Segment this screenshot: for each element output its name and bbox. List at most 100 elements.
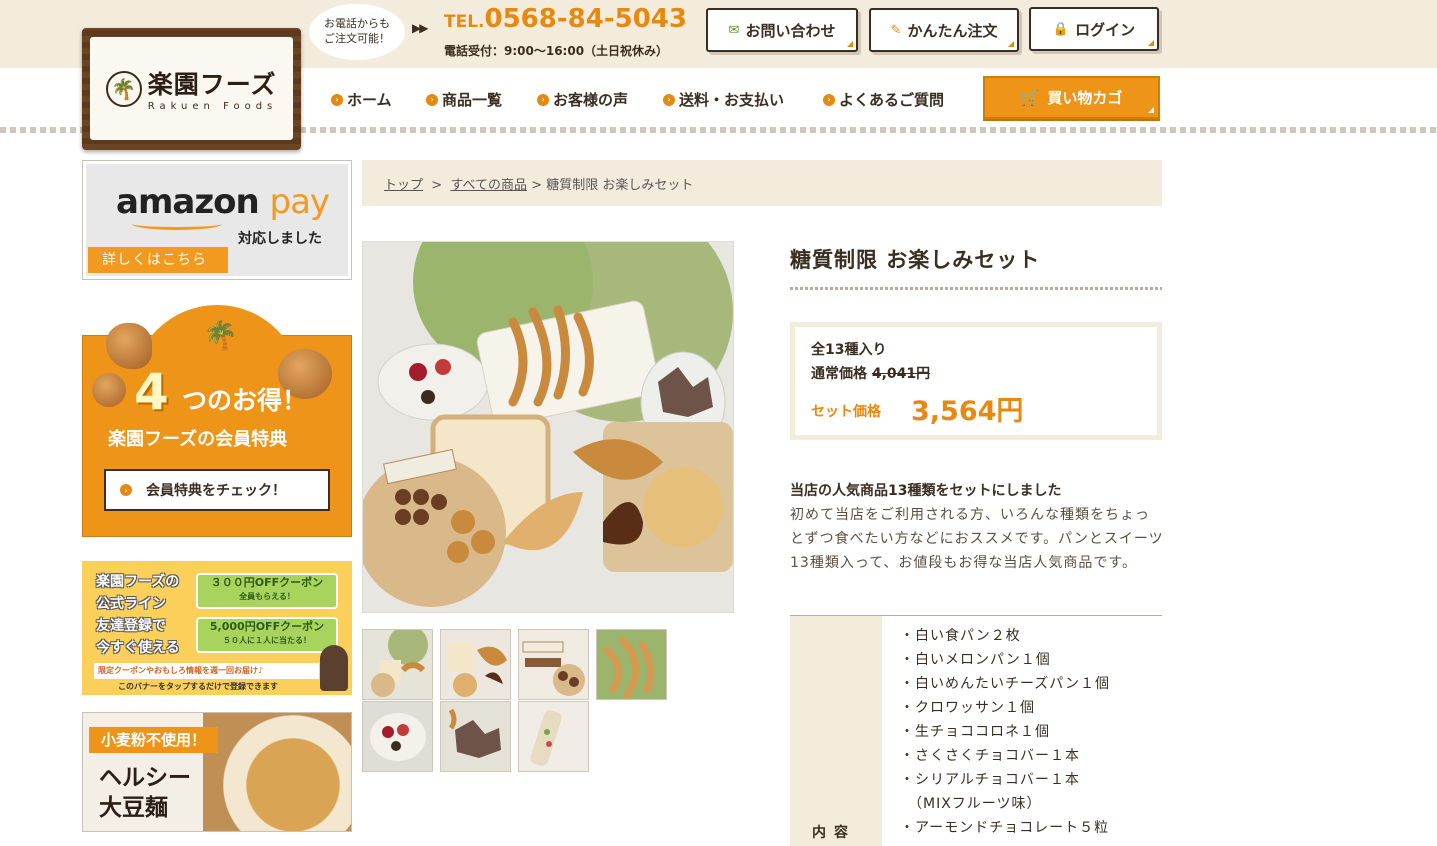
member-check-button[interactable]: › 会員特典をチェック！	[104, 469, 330, 511]
easy-order-button[interactable]: ✎ かんたん注文	[869, 8, 1019, 52]
breadcrumb-top[interactable]: トップ	[384, 178, 423, 193]
login-button[interactable]: 🔒 ログイン	[1029, 7, 1159, 51]
amazon-smile-icon	[132, 218, 222, 230]
member-title: 楽園フーズの会員特典	[108, 429, 288, 450]
nav-faq[interactable]: › よくあるご質問	[823, 89, 944, 110]
noodle-tag: 小麦粉不使用！	[89, 727, 219, 753]
pencil-icon: ✎	[890, 22, 902, 38]
description-body: 初めて当店をご利用される方、いろんな種類をちょっとずつ食べたい方などにおススメで…	[790, 507, 1164, 571]
chevron-right-icon: ›	[663, 93, 675, 106]
amazon-pay-details-tag: 詳しくはこちら	[88, 247, 228, 273]
member-benefits-banner[interactable]: 🌴 4 つのお得！ 楽園フーズの会員特典 › 会員特典をチェック！	[82, 305, 352, 537]
product-photo	[363, 242, 733, 612]
set-price-label: セット価格	[811, 404, 881, 420]
noodle-title-1: ヘルシー	[99, 765, 191, 791]
cart-button-label: 買い物カゴ	[1047, 89, 1123, 107]
breadcrumb-sep: >	[431, 178, 443, 193]
thumb-photo	[441, 630, 510, 699]
phone-hours: 電話受付：9:00〜16:00（土日祝休み）	[444, 44, 669, 58]
product-thumb[interactable]	[440, 701, 511, 772]
member-check-label: 会員特典をチェック！	[146, 483, 286, 499]
round-bread-icon	[92, 373, 126, 407]
line-text-4: 今すぐ使える	[96, 640, 180, 656]
breadcrumb: トップ > すべての商品 > 糖質制限 お楽しみセット	[362, 160, 1162, 206]
tel-prefix: TEL.	[444, 12, 485, 32]
site-logo[interactable]: 🌴 楽園フーズ Rakuen Foods	[82, 28, 301, 150]
title-divider	[790, 287, 1162, 290]
thumb-photo	[441, 702, 510, 771]
list-item: ・白い食パン２枚	[900, 628, 1021, 644]
line-friend-banner[interactable]: 楽園フーズの 公式ライン 友達登録で 今すぐ使える ３００円OFFクーポン 全員…	[82, 561, 352, 695]
product-thumb[interactable]	[518, 629, 589, 700]
bubble-line-2: ご注文可能！	[324, 32, 390, 45]
contents-label: 内容	[812, 825, 856, 841]
product-count: 全13種入り	[811, 342, 887, 358]
product-title: 糖質制限 お楽しみセット	[790, 248, 1041, 272]
palm-tree-icon: 🌴	[203, 319, 238, 352]
list-item: ・白いめんたいチーズパン１個	[900, 676, 1110, 692]
girl-illustration	[320, 645, 348, 691]
palm-tree-icon: 🌴	[105, 70, 142, 107]
product-thumb[interactable]	[362, 629, 433, 700]
noodle-bowl-image	[203, 713, 351, 831]
chevron-right-icon: ›	[331, 93, 343, 106]
coupon-5000: 5,000円OFFクーポン ５０人に１人に当たる！	[196, 617, 338, 653]
nav-faq-label: よくあるご質問	[839, 91, 945, 109]
list-item: ・白いメロンパン１個	[900, 652, 1051, 668]
coupon-300-sub: 全員もらえる！	[239, 592, 295, 601]
noodle-title-2: 大豆麺	[99, 795, 168, 821]
lock-icon: 🔒	[1052, 21, 1070, 37]
line-text-2: 公式ライン	[96, 596, 166, 612]
login-button-label: ログイン	[1075, 20, 1136, 39]
normal-price: 4,041円	[871, 366, 931, 382]
contact-button[interactable]: ✉ お問い合わせ	[706, 8, 858, 52]
product-thumb[interactable]	[518, 701, 589, 772]
cart-button[interactable]: 🛒 買い物カゴ	[983, 76, 1160, 119]
phone-order-bubble: お電話からも ご注文可能！	[309, 4, 405, 60]
mail-icon: ✉	[728, 22, 740, 38]
soy-noodle-banner[interactable]: 小麦粉不使用！ ヘルシー 大豆麺	[82, 712, 352, 832]
breadcrumb-all-products[interactable]: すべての商品	[450, 178, 527, 193]
description-heading: 当店の人気商品13種類をセットにしました	[790, 483, 1062, 499]
thumb-photo	[363, 702, 432, 771]
logo-text-jp: 楽園フーズ	[147, 70, 277, 99]
cart-icon: 🛒	[1020, 88, 1040, 107]
phone-number[interactable]: TEL.0568-84-5043	[444, 4, 687, 34]
list-item: （MIXフルーツ味）	[900, 796, 1042, 812]
member-four: 4	[134, 363, 169, 421]
coupon-5000-sub: ５０人に１人に当たる！	[223, 636, 311, 645]
nav-shipping-label: 送料・お支払い	[679, 91, 785, 109]
list-item: ・さくさくチョコバー１本	[900, 748, 1080, 764]
line-text-1: 楽園フーズの	[96, 574, 180, 590]
pay-word: pay	[269, 182, 331, 222]
amazon-pay-banner[interactable]: amazon pay 対応しました 詳しくはこちら	[82, 160, 352, 280]
amazon-pay-logo: amazon pay	[116, 182, 331, 222]
price-box: 全13種入り 通常価格 4,041円 セット価格 3,564円	[790, 322, 1162, 440]
nav-reviews[interactable]: › お客様の声	[537, 89, 628, 110]
product-main-image[interactable]	[362, 241, 734, 613]
list-item: ・生チョココロネ１個	[900, 724, 1050, 740]
tel-number: 0568-84-5043	[484, 4, 688, 34]
nav-reviews-label: お客様の声	[553, 91, 629, 109]
list-item: ・クロワッサン１個	[900, 700, 1035, 716]
nav-products[interactable]: › 商品一覧	[426, 89, 502, 110]
nav-home[interactable]: › ホーム	[331, 89, 392, 110]
coupon-300-main: ３００円OFFクーポン	[210, 576, 324, 589]
breadcrumb-current: 糖質制限 お楽しみセット	[546, 178, 694, 193]
amazon-pay-subtitle: 対応しました	[238, 231, 322, 247]
coupon-300: ３００円OFFクーポン 全員もらえる！	[196, 573, 338, 609]
product-thumb[interactable]	[362, 701, 433, 772]
list-item: ・アーモンドチョコレート５粒	[900, 820, 1110, 836]
line-banner-tap: このバナーをタップするだけで登録できます	[118, 682, 278, 691]
logo-plate: 🌴 楽園フーズ Rakuen Foods	[90, 37, 293, 140]
line-banner-note: 限定クーポンやおもしろ情報を週一回お届け♪	[94, 663, 319, 679]
contents-table: 内容 ・白い食パン２枚 ・白いメロンパン１個 ・白いめんたいチーズパン１個 ・ク…	[790, 615, 1162, 846]
product-thumb[interactable]	[440, 629, 511, 700]
thumb-photo	[519, 630, 588, 699]
line-text-3: 友達登録で	[96, 618, 166, 634]
double-arrow-icon: ▶▶	[412, 21, 429, 35]
coupon-5000-main: 5,000円OFFクーポン	[209, 620, 325, 633]
nav-shipping[interactable]: › 送料・お支払い	[663, 89, 784, 110]
contact-button-label: お問い合わせ	[745, 21, 836, 40]
product-thumb[interactable]	[596, 629, 667, 700]
